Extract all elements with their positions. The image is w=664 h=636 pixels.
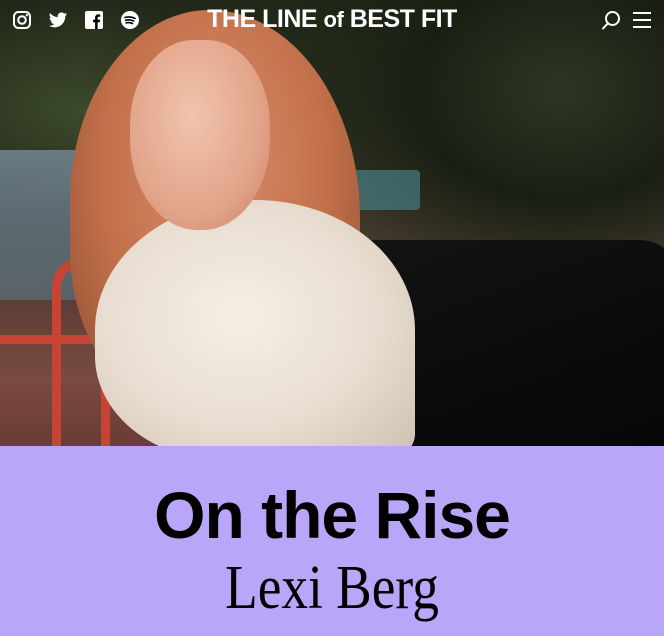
site-header: THE LINE of BEST FIT xyxy=(0,0,664,40)
artist-name: Lexi Berg xyxy=(225,554,439,622)
hero-face xyxy=(130,40,270,230)
hero-bg-structure xyxy=(350,170,420,210)
feature-kicker: On the Rise xyxy=(154,478,511,552)
hero-fur-collar xyxy=(95,200,415,446)
logo-text-end: BEST FIT xyxy=(343,5,458,33)
article-page: THE LINE of BEST FIT On the Rise Lexi Be… xyxy=(0,0,664,636)
site-logo[interactable]: THE LINE of BEST FIT xyxy=(0,5,664,34)
logo-of: of xyxy=(323,7,344,32)
logo-text: THE LINE xyxy=(207,5,324,33)
search-icon[interactable] xyxy=(600,9,622,31)
menu-icon[interactable] xyxy=(631,9,653,31)
hero-photo xyxy=(0,0,664,446)
